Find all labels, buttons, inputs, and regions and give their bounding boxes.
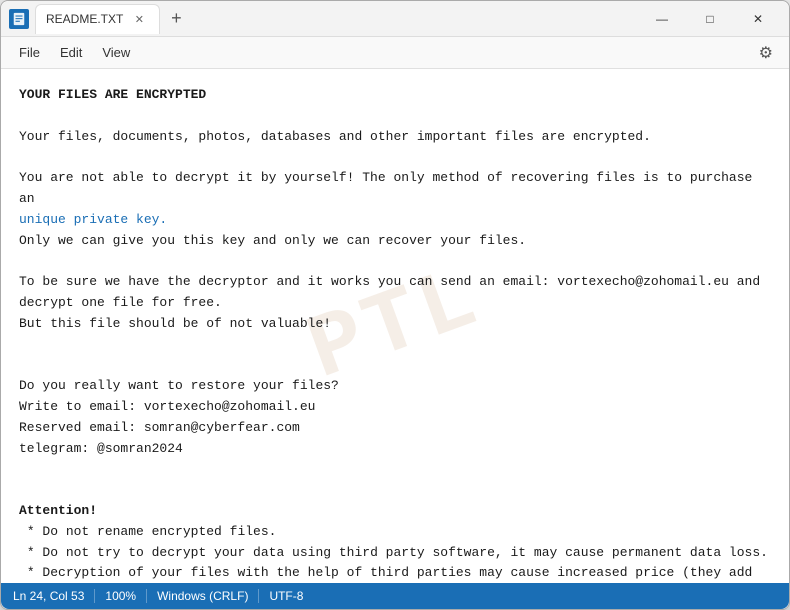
- cursor-position: Ln 24, Col 53: [13, 589, 95, 603]
- menu-view[interactable]: View: [92, 41, 140, 64]
- bullet2: * Do not try to decrypt your data using …: [19, 545, 768, 560]
- zoom-level: 100%: [95, 589, 147, 603]
- close-button[interactable]: ✕: [735, 4, 781, 34]
- encoding: UTF-8: [259, 589, 313, 603]
- tab-label: README.TXT: [46, 12, 123, 26]
- text-content: YOUR FILES ARE ENCRYPTED Your files, doc…: [19, 85, 771, 583]
- bullet3: * Decryption of your files with the help…: [19, 565, 752, 583]
- para3: To be sure we have the decryptor and it …: [19, 274, 760, 331]
- window-controls: — □ ✕: [639, 4, 781, 34]
- paragraph1: Your files, documents, photos, databases…: [19, 129, 651, 144]
- menu-file[interactable]: File: [9, 41, 50, 64]
- main-window: README.TXT ✕ + — □ ✕ File Edit View ⚙ PT…: [0, 0, 790, 610]
- status-bar: Ln 24, Col 53 100% Windows (CRLF) UTF-8: [1, 583, 789, 609]
- maximize-button[interactable]: □: [687, 4, 733, 34]
- menu-edit[interactable]: Edit: [50, 41, 92, 64]
- menu-bar: File Edit View ⚙: [1, 37, 789, 69]
- attention-heading: Attention!: [19, 503, 97, 518]
- title-bar: README.TXT ✕ + — □ ✕: [1, 1, 789, 37]
- text-editor[interactable]: PTL YOUR FILES ARE ENCRYPTED Your files,…: [1, 69, 789, 583]
- minimize-button[interactable]: —: [639, 4, 685, 34]
- tab-bar: README.TXT ✕ +: [35, 4, 190, 34]
- notepad-icon: [12, 12, 26, 26]
- main-heading: YOUR FILES ARE ENCRYPTED: [19, 87, 206, 102]
- line-ending: Windows (CRLF): [147, 589, 259, 603]
- tab-close-button[interactable]: ✕: [131, 11, 147, 27]
- new-tab-button[interactable]: +: [162, 5, 190, 33]
- bullet1: * Do not rename encrypted files.: [19, 524, 276, 539]
- title-bar-left: README.TXT ✕ +: [9, 4, 639, 34]
- settings-button[interactable]: ⚙: [751, 39, 781, 67]
- para2: You are not able to decrypt it by yourse…: [19, 170, 760, 247]
- tab-readme[interactable]: README.TXT ✕: [35, 4, 160, 34]
- app-icon: [9, 9, 29, 29]
- para4: Do you really want to restore your files…: [19, 378, 339, 455]
